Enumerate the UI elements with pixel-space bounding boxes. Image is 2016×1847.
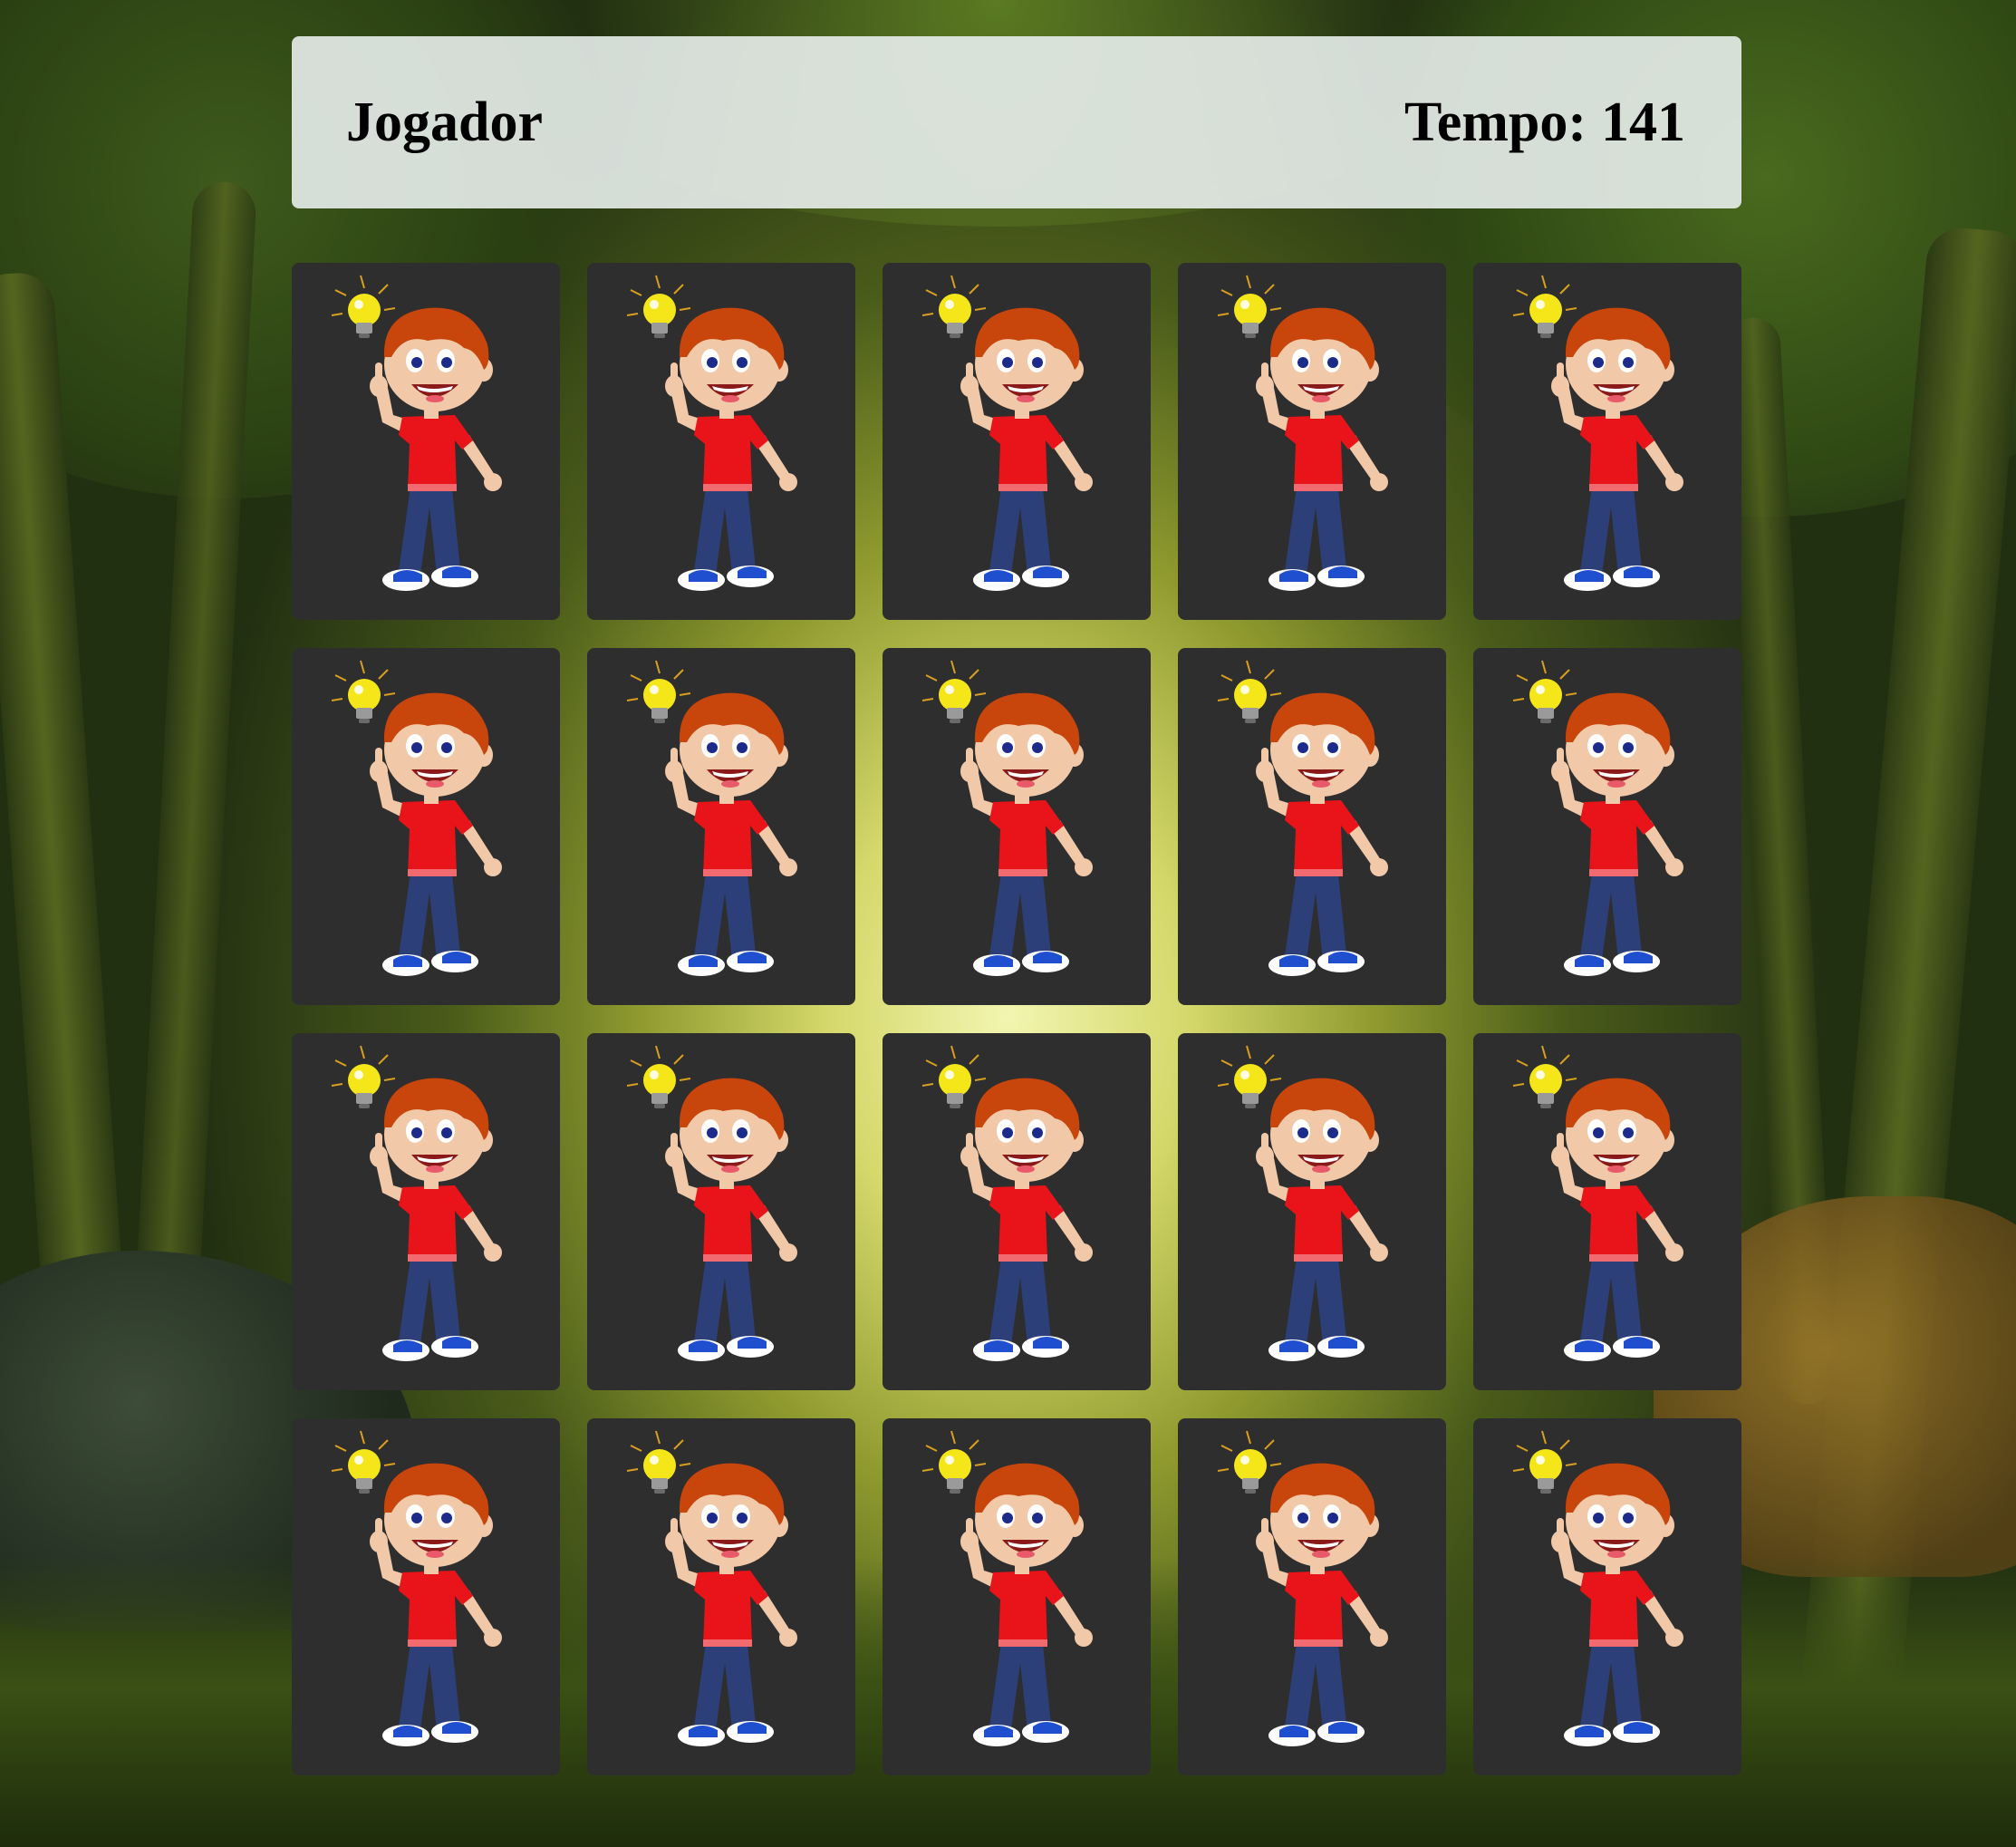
memory-card[interactable]	[292, 1418, 560, 1775]
memory-card[interactable]	[1473, 648, 1741, 1005]
memory-card[interactable]	[1473, 263, 1741, 620]
memory-card[interactable]	[292, 263, 560, 620]
memory-card[interactable]	[1178, 1418, 1446, 1775]
memory-card[interactable]	[1178, 648, 1446, 1005]
memory-card[interactable]	[1473, 1418, 1741, 1775]
boy-with-lightbulb-icon	[921, 1045, 1093, 1361]
boy-with-lightbulb-icon	[921, 1430, 1093, 1746]
memory-card[interactable]	[292, 648, 560, 1005]
memory-card[interactable]	[587, 648, 855, 1005]
boy-with-lightbulb-icon	[626, 660, 797, 976]
boy-with-lightbulb-icon	[1512, 1430, 1683, 1746]
game-header: Jogador Tempo: 141	[292, 36, 1741, 208]
boy-with-lightbulb-icon	[331, 1430, 502, 1746]
timer-label: Tempo:	[1404, 91, 1587, 153]
memory-card[interactable]	[1473, 1033, 1741, 1390]
boy-with-lightbulb-icon	[1512, 275, 1683, 591]
memory-card[interactable]	[1178, 1033, 1446, 1390]
boy-with-lightbulb-icon	[331, 1045, 502, 1361]
boy-with-lightbulb-icon	[1217, 1430, 1388, 1746]
boy-with-lightbulb-icon	[1512, 1045, 1683, 1361]
memory-card[interactable]	[587, 263, 855, 620]
boy-with-lightbulb-icon	[626, 1430, 797, 1746]
memory-card[interactable]	[587, 1033, 855, 1390]
memory-card[interactable]	[883, 1418, 1151, 1775]
memory-card[interactable]	[883, 1033, 1151, 1390]
card-grid	[292, 263, 1741, 1775]
boy-with-lightbulb-icon	[1217, 1045, 1388, 1361]
player-name: Jogador	[346, 91, 543, 153]
boy-with-lightbulb-icon	[1217, 660, 1388, 976]
boy-with-lightbulb-icon	[1512, 660, 1683, 976]
boy-with-lightbulb-icon	[921, 660, 1093, 976]
memory-card[interactable]	[1178, 263, 1446, 620]
boy-with-lightbulb-icon	[921, 275, 1093, 591]
boy-with-lightbulb-icon	[626, 275, 797, 591]
boy-with-lightbulb-icon	[331, 275, 502, 591]
memory-card[interactable]	[587, 1418, 855, 1775]
timer-value: 141	[1601, 91, 1685, 153]
boy-with-lightbulb-icon	[1217, 275, 1388, 591]
memory-card[interactable]	[292, 1033, 560, 1390]
timer: Tempo: 141	[1404, 91, 1685, 155]
memory-card[interactable]	[883, 263, 1151, 620]
memory-card[interactable]	[883, 648, 1151, 1005]
boy-with-lightbulb-icon	[626, 1045, 797, 1361]
boy-with-lightbulb-icon	[331, 660, 502, 976]
